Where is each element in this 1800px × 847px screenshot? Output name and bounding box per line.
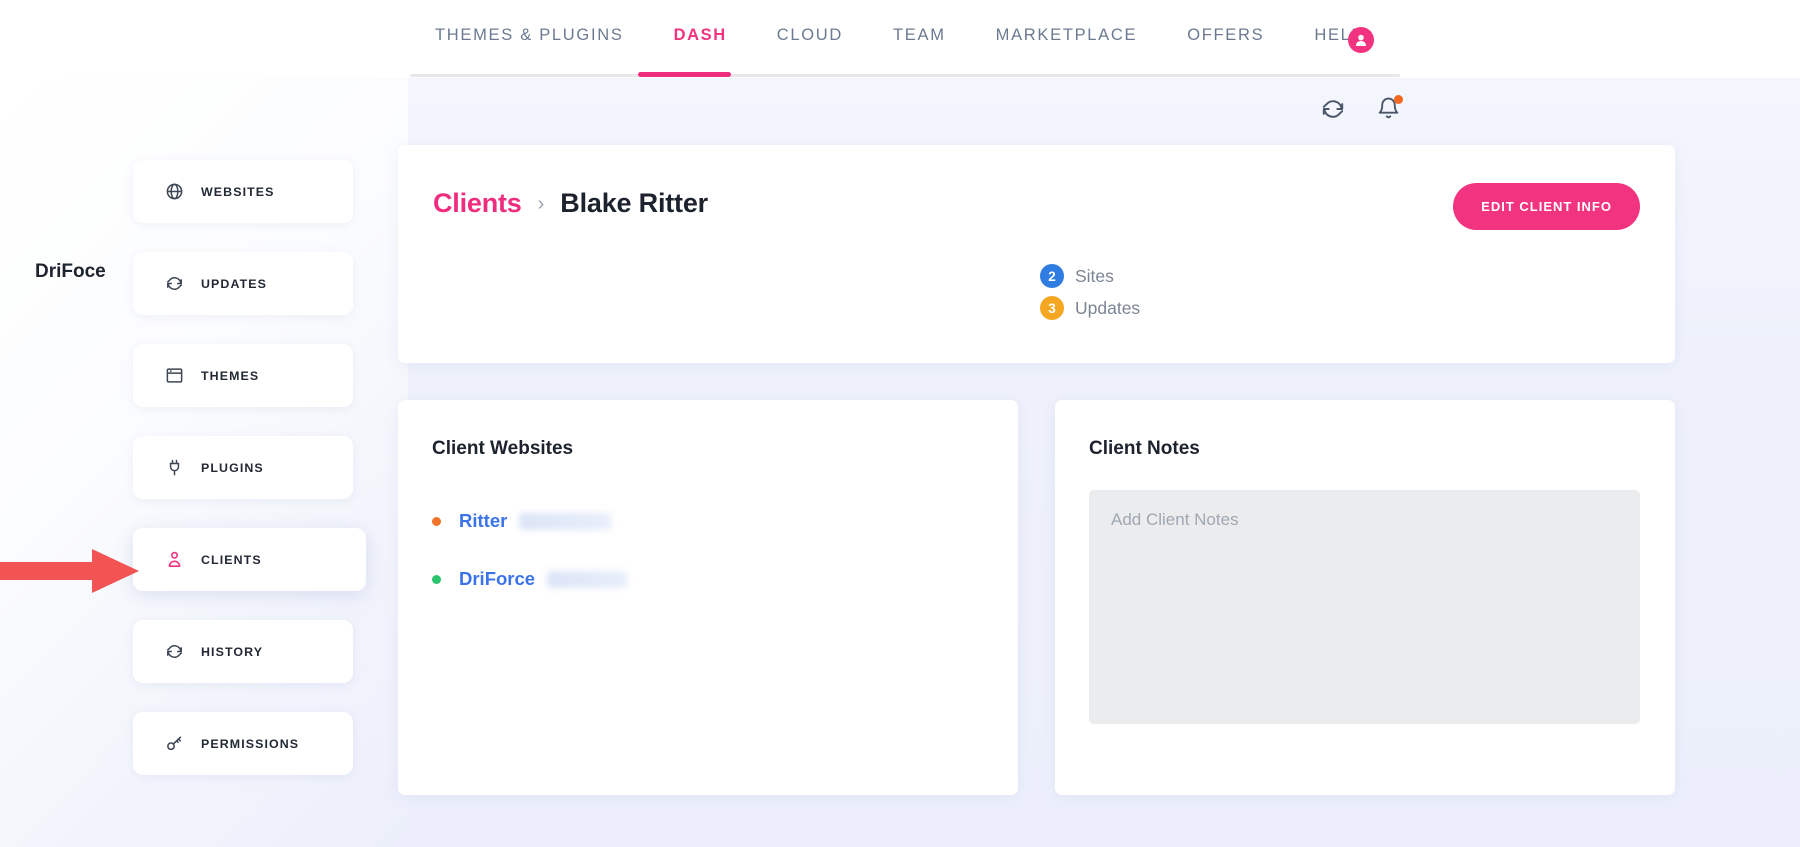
user-avatar-icon[interactable] <box>1348 27 1374 53</box>
client-stats: 2 Sites 3 Updates <box>1040 264 1140 328</box>
client-header-card: Clients › Blake Ritter EDIT CLIENT INFO <box>398 145 1675 363</box>
sidebar-item-updates[interactable]: UPDATES <box>133 252 353 315</box>
active-tab-underline <box>638 72 731 77</box>
sidebar-item-label: PERMISSIONS <box>201 737 299 751</box>
sidebar-item-label: THEMES <box>201 369 259 383</box>
refresh-icon <box>164 274 184 294</box>
sidebar-item-permissions[interactable]: PERMISSIONS <box>133 712 353 775</box>
nav-divider <box>410 74 1400 77</box>
nav-item-team[interactable]: TEAM <box>868 26 971 45</box>
sidebar-item-label: WEBSITES <box>201 185 275 199</box>
stat-updates: 3 Updates <box>1040 296 1140 320</box>
stat-updates-count: 3 <box>1040 296 1064 320</box>
status-badge <box>432 517 441 526</box>
website-link[interactable]: Ritter <box>459 510 507 532</box>
nav-item-cloud[interactable]: CLOUD <box>752 26 868 45</box>
sidebar-item-label: PLUGINS <box>201 461 264 475</box>
edit-client-info-button[interactable]: EDIT CLIENT INFO <box>1453 183 1640 230</box>
globe-icon <box>164 182 184 202</box>
sidebar-item-label: UPDATES <box>201 277 267 291</box>
sidebar-item-websites[interactable]: WEBSITES <box>133 160 353 223</box>
refresh-icon <box>164 642 184 662</box>
sidebar-menu: WEBSITES UPDATES THEMES <box>133 160 358 804</box>
notification-dot <box>1394 95 1403 104</box>
sidebar-item-plugins[interactable]: PLUGINS <box>133 436 353 499</box>
breadcrumb-clients-link[interactable]: Clients <box>433 188 522 219</box>
stat-sites-label: Sites <box>1075 266 1114 287</box>
client-websites-title: Client Websites <box>432 438 573 460</box>
top-navigation-bar: THEMES & PLUGINS DASH CLOUD TEAM MARKETP… <box>0 0 1800 78</box>
nav-item-offers[interactable]: OFFERS <box>1162 26 1289 45</box>
sidebar-item-label: CLIENTS <box>201 553 262 567</box>
key-icon <box>164 734 184 754</box>
nav-item-dash[interactable]: DASH <box>649 26 752 45</box>
browser-window-icon <box>164 366 184 386</box>
nav-item-marketplace[interactable]: MARKETPLACE <box>971 26 1163 45</box>
client-websites-card: Client Websites Ritter DriForce <box>398 400 1018 795</box>
list-item[interactable]: DriForce <box>432 550 972 608</box>
nav-item-themes-plugins[interactable]: THEMES & PLUGINS <box>410 26 649 45</box>
client-notes-title: Client Notes <box>1089 438 1200 460</box>
refresh-icon[interactable]: refresh-icon <box>1320 96 1346 122</box>
sidebar-item-label: HISTORY <box>201 645 263 659</box>
nav-item-help[interactable]: HELP <box>1289 26 1389 45</box>
client-notes-input[interactable] <box>1089 490 1640 724</box>
sidebar-item-clients[interactable]: CLIENTS <box>133 528 366 591</box>
status-badge <box>432 575 441 584</box>
content-toolbar: refresh-icon <box>1320 96 1402 122</box>
sidebar-item-history[interactable]: HISTORY <box>133 620 353 683</box>
page-title: Blake Ritter <box>560 188 708 219</box>
stat-sites: 2 Sites <box>1040 264 1140 288</box>
bell-icon[interactable] <box>1376 96 1402 122</box>
redacted-url <box>519 513 611 530</box>
stat-sites-count: 2 <box>1040 264 1064 288</box>
breadcrumb: Clients › Blake Ritter <box>433 188 708 219</box>
nav-items: THEMES & PLUGINS DASH CLOUD TEAM MARKETP… <box>410 26 1389 45</box>
client-notes-card: Client Notes <box>1055 400 1675 795</box>
sidebar-item-themes[interactable]: THEMES <box>133 344 353 407</box>
list-item[interactable]: Ritter <box>432 492 972 550</box>
redacted-url <box>547 571 627 588</box>
person-icon <box>164 550 184 570</box>
app-page: THEMES & PLUGINS DASH CLOUD TEAM MARKETP… <box>0 0 1800 847</box>
client-company-name: DriFoce <box>35 261 106 283</box>
client-websites-list: Ritter DriForce <box>432 492 972 608</box>
breadcrumb-separator: › <box>538 193 545 216</box>
stat-updates-label: Updates <box>1075 298 1140 319</box>
website-link[interactable]: DriForce <box>459 568 535 590</box>
plug-icon <box>164 458 184 478</box>
